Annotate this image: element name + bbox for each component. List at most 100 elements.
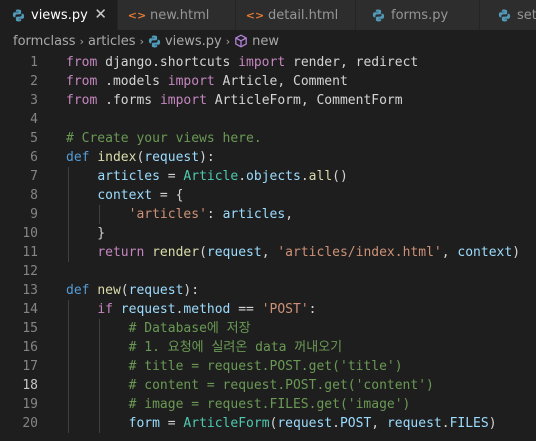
- breadcrumb-item-views-py[interactable]: views.py: [165, 34, 222, 49]
- code-token: context: [97, 188, 153, 203]
- code-token: # Create your views here.: [66, 131, 262, 146]
- code-text: return render(request, 'articles/index.h…: [66, 243, 520, 262]
- code-token: .: [332, 416, 340, 431]
- tab-new-html[interactable]: <> new.html: [118, 0, 236, 30]
- code-line[interactable]: 16 # 1. 요청에 실려온 data 꺼내오기: [0, 338, 536, 357]
- code-token: ==: [230, 302, 262, 317]
- tab-settings-py[interactable]: setti: [480, 0, 536, 30]
- line-number: 1: [30, 55, 38, 70]
- line-number: 9: [30, 207, 38, 222]
- tab-label: new.html: [150, 7, 210, 23]
- code-text: # Create your views here.: [66, 129, 262, 148]
- line-number: 5: [30, 131, 38, 146]
- code-token: Article: [183, 169, 239, 184]
- code-line[interactable]: 3 from .forms import ArticleForm, Comment…: [0, 91, 536, 110]
- code-line[interactable]: 13 def new(request):: [0, 281, 536, 300]
- tab-detail-html[interactable]: <> detail.html: [236, 0, 356, 30]
- code-line[interactable]: 2 from .models import Article, Comment: [0, 72, 536, 91]
- code-line[interactable]: 19 # image = request.FILES.get('image'): [0, 395, 536, 414]
- tab-label: forms.py: [391, 7, 449, 23]
- code-token: # title = request.POST.get('title'): [128, 359, 403, 374]
- python-file-icon: [148, 35, 161, 48]
- code-token: import: [238, 55, 286, 70]
- code-token: import: [159, 93, 207, 108]
- code-token: .: [238, 169, 247, 184]
- line-number: 12: [22, 264, 38, 279]
- code-line[interactable]: 14 if request.method == 'POST':: [0, 300, 536, 319]
- code-token: render, redirect: [285, 55, 419, 70]
- line-number: 14: [22, 302, 38, 317]
- code-token: = {: [152, 188, 184, 203]
- code-line[interactable]: 1 from django.shortcuts import render, re…: [0, 53, 536, 72]
- code-line[interactable]: 7 articles = Article.objects.all(): [0, 167, 536, 186]
- code-token: # content = request.POST.get('content'): [128, 378, 434, 393]
- code-token: (: [199, 245, 207, 260]
- tab-forms-py[interactable]: forms.py: [356, 0, 480, 30]
- line-number: 4: [30, 112, 38, 127]
- line-number: 20: [22, 416, 38, 431]
- code-line[interactable]: 17 # title = request.POST.get('title'): [0, 357, 536, 376]
- code-token: ,: [261, 245, 278, 260]
- code-line[interactable]: 11 return render(request, 'articles/inde…: [0, 243, 536, 262]
- code-line[interactable]: 4: [0, 110, 536, 129]
- code-line[interactable]: 8 context = {: [0, 186, 536, 205]
- breadcrumb-item-formclass[interactable]: formclass: [13, 34, 76, 49]
- close-icon[interactable]: ✕: [94, 6, 107, 23]
- code-token: request: [386, 416, 442, 431]
- line-number: 16: [22, 340, 38, 355]
- code-text: # image = request.FILES.get('image'): [66, 395, 411, 414]
- code-line[interactable]: 5 # Create your views here.: [0, 129, 536, 148]
- tab-views-py[interactable]: views.py ✕: [0, 0, 118, 30]
- code-line[interactable]: 18 # content = request.POST.get('content…: [0, 376, 536, 395]
- code-token: ): [512, 245, 521, 260]
- line-number: 3: [30, 93, 38, 108]
- code-token: render: [152, 245, 200, 260]
- code-text: if request.method == 'POST':: [66, 300, 316, 319]
- line-number: 2: [30, 74, 38, 89]
- code-line[interactable]: 10 }: [0, 224, 536, 243]
- code-text: from .models import Article, Comment: [66, 72, 348, 91]
- code-token: # 1. 요청에 실려온 data 꺼내오기: [128, 340, 343, 355]
- line-number: 11: [22, 245, 38, 260]
- line-number: 10: [22, 226, 38, 241]
- chevron-right-icon: ›: [79, 34, 84, 48]
- code-token: =: [159, 169, 184, 184]
- code-editor[interactable]: 1 from django.shortcuts import render, re…: [0, 52, 536, 441]
- code-token: django.shortcuts: [97, 55, 239, 70]
- code-token: ArticleForm: [183, 416, 270, 431]
- code-token: # image = request.FILES.get('image'): [128, 397, 411, 412]
- code-text: context = {: [66, 186, 183, 205]
- code-token: method: [183, 302, 231, 317]
- code-token: articles: [222, 207, 286, 222]
- code-token: request: [206, 245, 262, 260]
- code-text: from .forms import ArticleForm, CommentF…: [66, 91, 403, 110]
- code-line[interactable]: 9 'articles': articles,: [0, 205, 536, 224]
- chevron-right-icon: ›: [139, 34, 144, 48]
- breadcrumb-item-articles[interactable]: articles: [88, 34, 136, 49]
- code-line[interactable]: 20 form = ArticleForm(request.POST, requ…: [0, 414, 536, 433]
- code-token: .: [300, 169, 309, 184]
- code-token: ,: [371, 416, 387, 431]
- code-token: ArticleForm, CommentForm: [206, 93, 403, 108]
- code-line[interactable]: 6 def index(request):: [0, 148, 536, 167]
- tab-label: views.py: [31, 7, 88, 23]
- code-line[interactable]: 15 # Database에 저장: [0, 319, 536, 338]
- python-file-icon: [498, 9, 511, 22]
- code-line[interactable]: 12: [0, 262, 536, 281]
- code-token: def: [66, 283, 90, 298]
- code-token: ): [488, 416, 497, 431]
- code-text: # title = request.POST.get('title'): [66, 357, 403, 376]
- line-number: 8: [30, 188, 38, 203]
- code-token: all: [308, 169, 333, 184]
- code-token: request: [128, 283, 184, 298]
- code-token: # Database에 저장: [128, 321, 251, 336]
- code-token: .: [441, 416, 450, 431]
- breadcrumb-item-new[interactable]: new: [252, 34, 279, 49]
- code-token: index: [97, 150, 137, 165]
